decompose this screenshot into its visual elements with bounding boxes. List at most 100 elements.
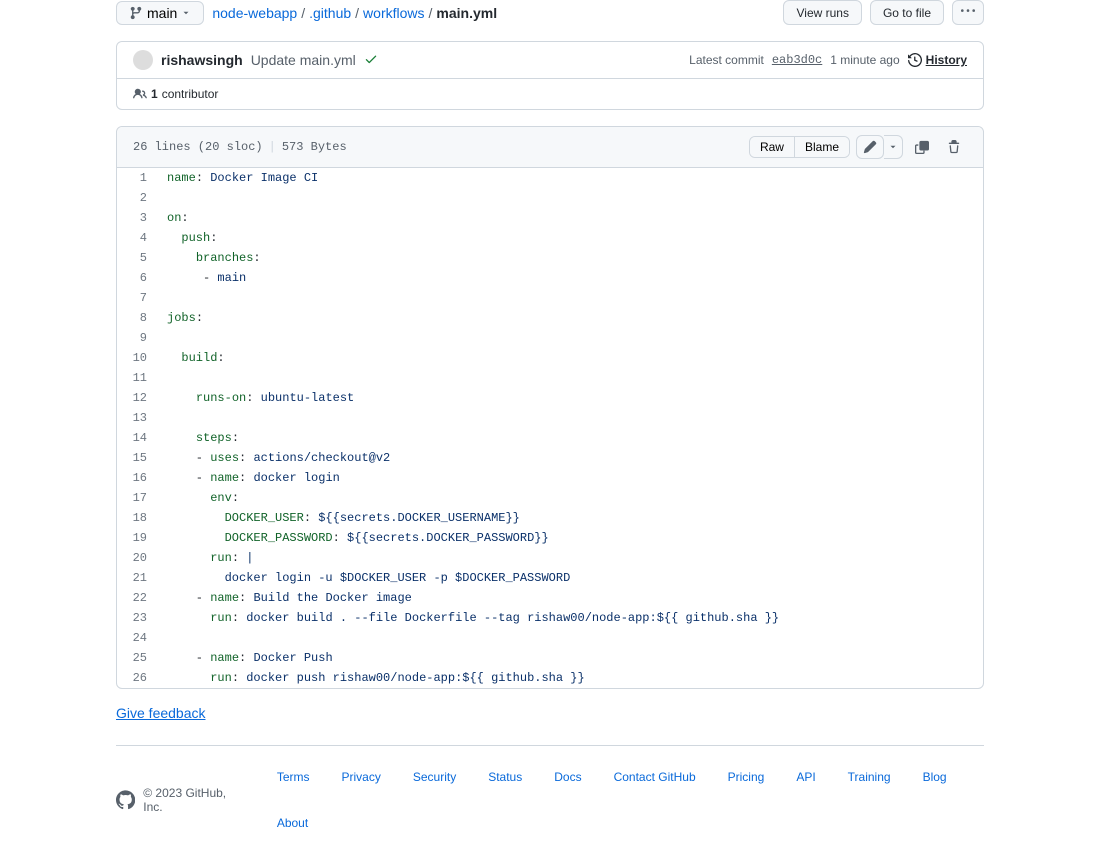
line-content: env: bbox=[157, 488, 983, 508]
line-content: - name: Build the Docker image bbox=[157, 588, 983, 608]
line-number[interactable]: 21 bbox=[117, 568, 157, 588]
line-number[interactable]: 23 bbox=[117, 608, 157, 628]
line-content: - uses: actions/checkout@v2 bbox=[157, 448, 983, 468]
history-link[interactable]: History bbox=[908, 53, 967, 67]
code-line: 25 - name: Docker Push bbox=[117, 648, 983, 668]
footer-link-security[interactable]: Security bbox=[413, 770, 456, 784]
code-line: 3on: bbox=[117, 208, 983, 228]
code-line: 9 bbox=[117, 328, 983, 348]
line-content bbox=[157, 188, 983, 208]
line-number[interactable]: 1 bbox=[117, 168, 157, 188]
commit-author[interactable]: rishawsingh bbox=[161, 52, 243, 68]
line-content: DOCKER_USER: ${{secrets.DOCKER_USERNAME}… bbox=[157, 508, 983, 528]
github-logo-icon[interactable] bbox=[116, 790, 135, 810]
footer-link-docs[interactable]: Docs bbox=[554, 770, 581, 784]
go-to-file-button[interactable]: Go to file bbox=[870, 0, 944, 25]
line-number[interactable]: 16 bbox=[117, 468, 157, 488]
contributor-count: 1 bbox=[151, 87, 158, 101]
history-icon bbox=[908, 53, 922, 67]
line-content bbox=[157, 628, 983, 648]
code-line: 20 run: | bbox=[117, 548, 983, 568]
line-content: docker login -u $DOCKER_USER -p $DOCKER_… bbox=[157, 568, 983, 588]
code-line: 16 - name: docker login bbox=[117, 468, 983, 488]
code-line: 7 bbox=[117, 288, 983, 308]
line-number[interactable]: 3 bbox=[117, 208, 157, 228]
line-number[interactable]: 17 bbox=[117, 488, 157, 508]
line-content: runs-on: ubuntu-latest bbox=[157, 388, 983, 408]
line-content: run: | bbox=[157, 548, 983, 568]
code-line: 17 env: bbox=[117, 488, 983, 508]
line-number[interactable]: 22 bbox=[117, 588, 157, 608]
file-info: 26 lines (20 sloc)|573 Bytes bbox=[133, 140, 347, 154]
line-number[interactable]: 13 bbox=[117, 408, 157, 428]
commit-sha[interactable]: eab3d0c bbox=[772, 53, 822, 67]
raw-button[interactable]: Raw bbox=[750, 137, 795, 157]
footer-link-pricing[interactable]: Pricing bbox=[728, 770, 765, 784]
footer-link-privacy[interactable]: Privacy bbox=[342, 770, 381, 784]
people-icon bbox=[133, 87, 147, 101]
code-line: 11 bbox=[117, 368, 983, 388]
commit-message[interactable]: Update main.yml bbox=[251, 52, 356, 68]
breadcrumb: node-webapp/.github/workflows/main.yml bbox=[212, 5, 497, 21]
footer-link-status[interactable]: Status bbox=[488, 770, 522, 784]
blame-button[interactable]: Blame bbox=[795, 137, 849, 157]
line-content: run: docker push rishaw00/node-app:${{ g… bbox=[157, 668, 983, 688]
line-number[interactable]: 12 bbox=[117, 388, 157, 408]
breadcrumb-github[interactable]: .github bbox=[309, 5, 351, 21]
line-number[interactable]: 6 bbox=[117, 268, 157, 288]
code-line: 24 bbox=[117, 628, 983, 648]
code-line: 15 - uses: actions/checkout@v2 bbox=[117, 448, 983, 468]
code-line: 1name: Docker Image CI bbox=[117, 168, 983, 188]
delete-button[interactable] bbox=[941, 136, 967, 158]
footer-link-terms[interactable]: Terms bbox=[277, 770, 310, 784]
line-number[interactable]: 18 bbox=[117, 508, 157, 528]
breadcrumb-workflows[interactable]: workflows bbox=[363, 5, 424, 21]
line-number[interactable]: 7 bbox=[117, 288, 157, 308]
line-number[interactable]: 4 bbox=[117, 228, 157, 248]
footer-link-training[interactable]: Training bbox=[848, 770, 891, 784]
edit-dropdown-button[interactable] bbox=[884, 135, 903, 159]
breadcrumb-node-webapp[interactable]: node-webapp bbox=[212, 5, 297, 21]
code-line: 6 - main bbox=[117, 268, 983, 288]
line-number[interactable]: 25 bbox=[117, 648, 157, 668]
latest-commit-label: Latest commit bbox=[689, 53, 764, 67]
line-number[interactable]: 8 bbox=[117, 308, 157, 328]
edit-button[interactable] bbox=[856, 135, 884, 159]
line-number[interactable]: 14 bbox=[117, 428, 157, 448]
line-content: jobs: bbox=[157, 308, 983, 328]
code-line: 14 steps: bbox=[117, 428, 983, 448]
code-line: 21 docker login -u $DOCKER_USER -p $DOCK… bbox=[117, 568, 983, 588]
code-line: 12 runs-on: ubuntu-latest bbox=[117, 388, 983, 408]
code-line: 4 push: bbox=[117, 228, 983, 248]
line-number[interactable]: 19 bbox=[117, 528, 157, 548]
give-feedback-link[interactable]: Give feedback bbox=[116, 705, 206, 721]
line-number[interactable]: 9 bbox=[117, 328, 157, 348]
check-icon[interactable] bbox=[364, 52, 378, 69]
footer-link-contact-github[interactable]: Contact GitHub bbox=[614, 770, 696, 784]
branch-selector[interactable]: main bbox=[116, 1, 204, 25]
code-line: 10 build: bbox=[117, 348, 983, 368]
line-content bbox=[157, 408, 983, 428]
line-number[interactable]: 11 bbox=[117, 368, 157, 388]
line-number[interactable]: 2 bbox=[117, 188, 157, 208]
line-number[interactable]: 15 bbox=[117, 448, 157, 468]
footer-link-api[interactable]: API bbox=[796, 770, 815, 784]
code-line: 22 - name: Build the Docker image bbox=[117, 588, 983, 608]
code-line: 13 bbox=[117, 408, 983, 428]
line-content: push: bbox=[157, 228, 983, 248]
line-content: build: bbox=[157, 348, 983, 368]
line-number[interactable]: 20 bbox=[117, 548, 157, 568]
view-runs-button[interactable]: View runs bbox=[783, 0, 861, 25]
line-number[interactable]: 10 bbox=[117, 348, 157, 368]
line-number[interactable]: 5 bbox=[117, 248, 157, 268]
copy-button[interactable] bbox=[909, 136, 935, 158]
code-line: 8jobs: bbox=[117, 308, 983, 328]
footer-link-blog[interactable]: Blog bbox=[923, 770, 947, 784]
line-number[interactable]: 26 bbox=[117, 668, 157, 688]
line-number[interactable]: 24 bbox=[117, 628, 157, 648]
contributors-row[interactable]: 1 contributor bbox=[117, 79, 983, 109]
more-options-button[interactable] bbox=[952, 0, 984, 25]
copy-icon bbox=[915, 140, 929, 154]
avatar[interactable] bbox=[133, 50, 153, 70]
footer-link-about[interactable]: About bbox=[277, 816, 308, 830]
